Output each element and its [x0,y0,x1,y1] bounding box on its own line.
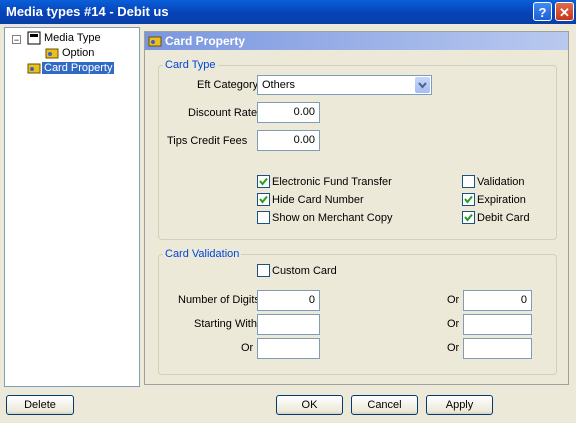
number-of-digits-or-input[interactable]: 0 [463,290,532,311]
electronic-fund-transfer-label: Electronic Fund Transfer [272,176,392,188]
or-row-or-label: Or [447,342,460,354]
show-on-merchant-copy-label: Show on Merchant Copy [272,212,393,224]
starting-with-or-label: Or [447,318,460,330]
discount-rate-input[interactable]: 0.00 [257,102,320,123]
expiration-checkbox[interactable] [462,193,475,206]
custom-card-label: Custom Card [272,265,337,277]
media-type-icon [27,31,41,45]
apply-button[interactable]: Apply [426,395,493,415]
show-on-merchant-copy-checkbox[interactable] [257,211,270,224]
card-property-icon [27,63,41,74]
tree-expander[interactable]: − [12,35,21,45]
tips-credit-fees-input[interactable]: 0.00 [257,130,320,151]
validation-checkbox[interactable] [462,175,475,188]
tips-credit-fees-label: Tips Credit Fees [167,135,248,147]
cancel-button[interactable]: Cancel [351,395,418,415]
card-type-legend: Card Type [165,59,216,71]
starting-with-input[interactable] [257,314,320,335]
hide-card-number-label: Hide Card Number [272,194,364,206]
card-property-header-icon [148,36,162,47]
hide-card-number-checkbox[interactable] [257,193,270,206]
tree-item-card-property[interactable]: Card Property [42,62,115,74]
ok-button[interactable]: OK [276,395,343,415]
delete-button[interactable]: Delete [6,395,74,415]
title-bar: Media types #14 - Debit us ? ✕ [0,0,576,24]
panel-header: Card Property [145,32,568,50]
card-validation-legend: Card Validation [165,248,240,260]
or-row-input[interactable] [257,338,320,359]
starting-with-label: Starting With [194,318,257,330]
debit-card-checkbox[interactable] [462,211,475,224]
close-button[interactable]: ✕ [555,2,574,21]
electronic-fund-transfer-checkbox[interactable] [257,175,270,188]
starting-with-or-input[interactable] [463,314,532,335]
number-of-digits-or-label: Or [447,294,460,306]
eft-category-select[interactable]: Others [257,75,432,95]
tree-item-media-type[interactable]: Media Type [44,32,101,44]
number-of-digits-label: Number of Digits [178,294,260,306]
number-of-digits-input[interactable]: 0 [257,290,320,311]
debit-card-label: Debit Card [477,212,530,224]
validation-label: Validation [477,176,525,188]
help-button[interactable]: ? [533,2,552,21]
or-row-label: Or [241,342,254,354]
chevron-down-icon[interactable] [415,77,430,93]
eft-category-value: Others [262,79,296,91]
tree-item-option[interactable]: Option [62,47,94,59]
navigation-tree: − Media Type Option Card Property [4,27,140,387]
panel-title: Card Property [165,34,246,48]
option-icon [45,48,59,59]
eft-category-label: Eft Category [197,79,259,91]
custom-card-checkbox[interactable] [257,264,270,277]
window-title: Media types #14 - Debit us [6,4,169,19]
discount-rate-label: Discount Rate [188,107,258,119]
expiration-label: Expiration [477,194,526,206]
or-row-or-input[interactable] [463,338,532,359]
